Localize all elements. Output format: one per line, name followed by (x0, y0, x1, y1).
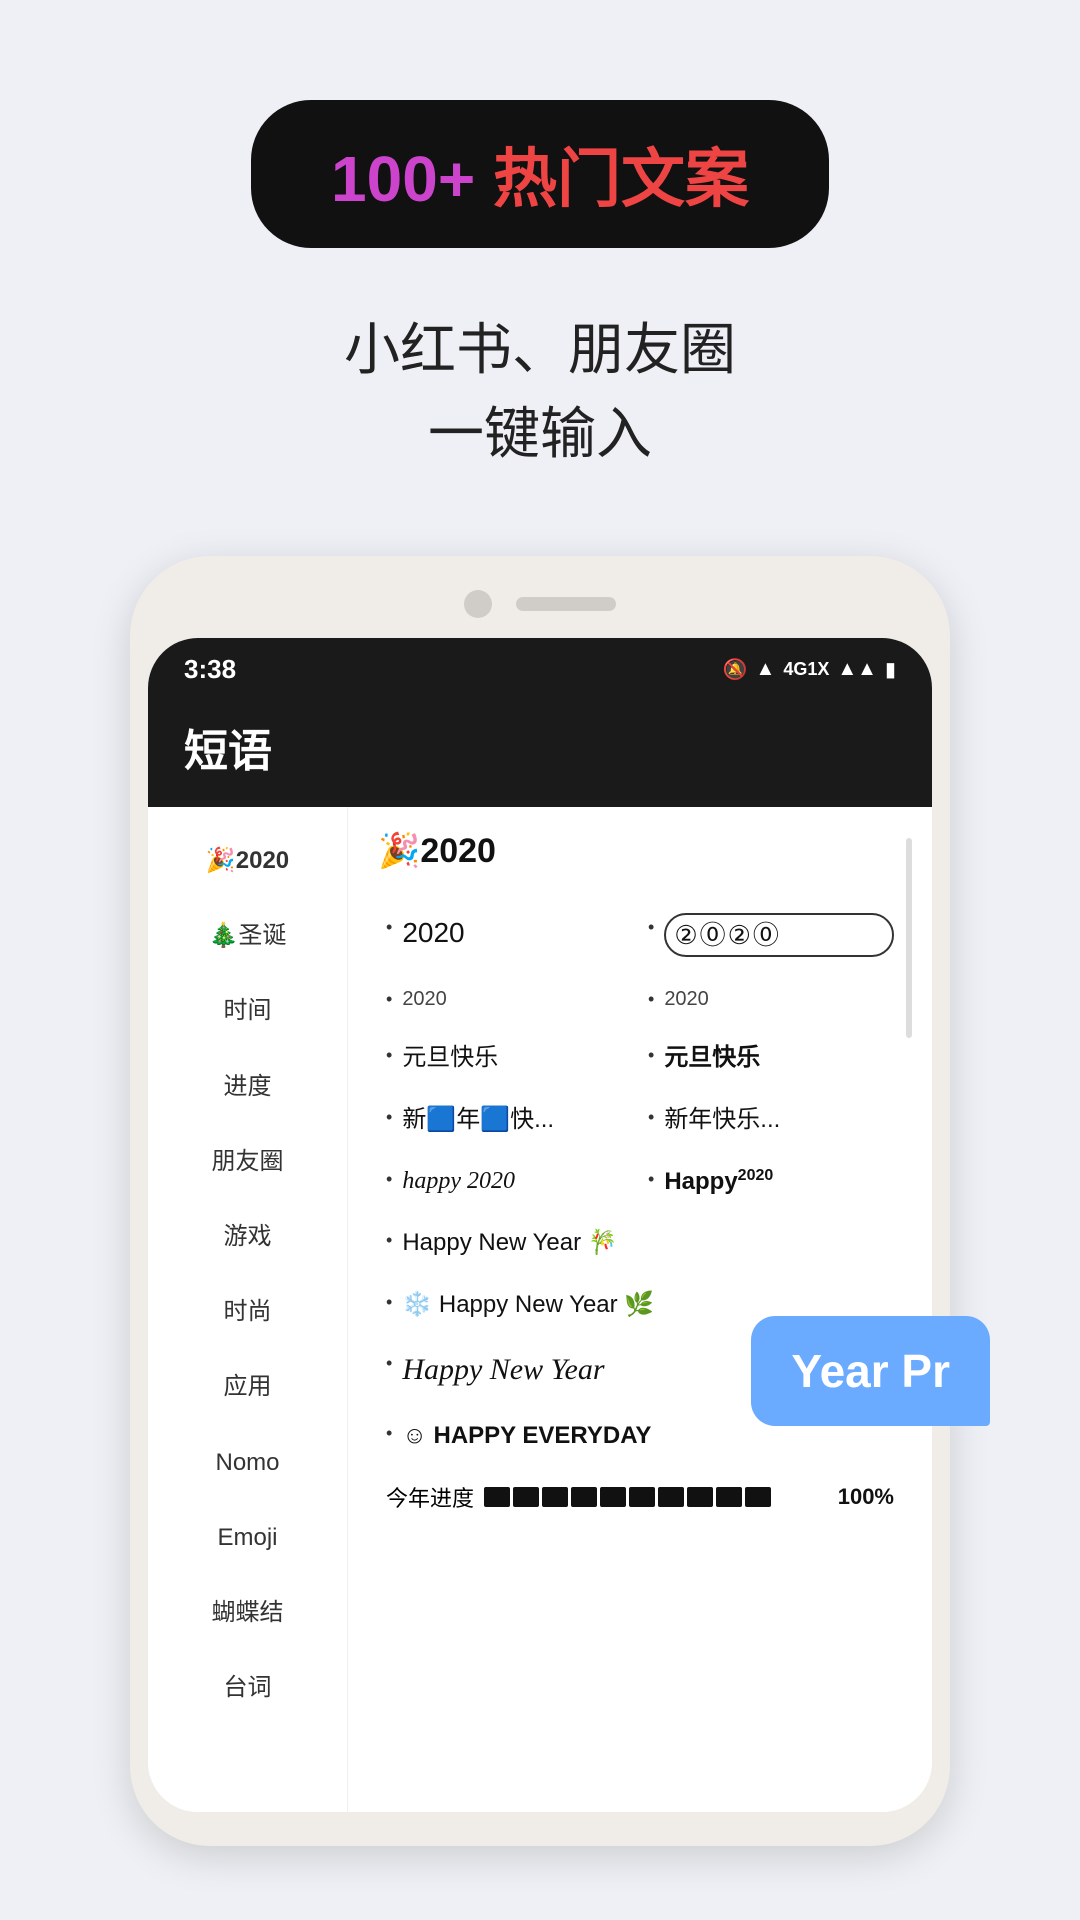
list-item[interactable]: • 元旦快乐 (640, 1027, 902, 1089)
promo-subtitle: 小红书、朋友圈 一键输入 (344, 308, 736, 476)
list-item[interactable]: • 2020 (640, 971, 902, 1027)
list-item[interactable]: • happy 2020 (378, 1151, 640, 1213)
sidebar-item-bow[interactable]: 蝴蝶结 (148, 1575, 347, 1650)
bullet-icon: • (648, 1169, 654, 1190)
list-item[interactable]: • 2020 (378, 899, 640, 971)
phone-frame: 3:38 🔕 ▲ 4G1X ▲▲ ▮ 短语 🎉2020 🎄圣诞 (130, 556, 950, 1846)
bullet-icon: • (386, 989, 392, 1010)
sidebar-item-nomo[interactable]: Nomo (148, 1425, 347, 1500)
sidebar: 🎉2020 🎄圣诞 时间 进度 朋友圈 游戏 时尚 应用 Nomo Emoji … (148, 807, 348, 1812)
mute-icon: 🔕 (723, 657, 748, 682)
sidebar-item-time[interactable]: 时间 (148, 973, 347, 1048)
status-icons: 🔕 ▲ 4G1X ▲▲ ▮ (723, 657, 896, 682)
sidebar-item-christmas[interactable]: 🎄圣诞 (148, 898, 347, 973)
item-text: 元旦快乐 (664, 1041, 894, 1075)
main-content: 🎉2020 • 2020 • ②⓪②⓪ • (348, 807, 932, 1812)
promo-badge-100: 100+ (331, 143, 493, 215)
item-text: 2020 (664, 985, 894, 1013)
bullet-icon: • (386, 1353, 392, 1374)
category-title: 🎉2020 (378, 831, 902, 871)
item-text: 元旦快乐 (402, 1041, 632, 1075)
status-bar: 3:38 🔕 ▲ 4G1X ▲▲ ▮ (148, 638, 932, 695)
app-header: 短语 (148, 695, 932, 807)
status-time: 3:38 (184, 654, 236, 685)
item-text: Happy2020 (664, 1165, 894, 1199)
scrollbar[interactable] (906, 838, 912, 1038)
progress-block (716, 1487, 742, 1507)
phone-camera (464, 590, 492, 618)
progress-block (571, 1487, 597, 1507)
promo-badge: 100+ 热门文案 (251, 100, 829, 248)
item-text: 2020 (402, 913, 632, 952)
sidebar-item-emoji[interactable]: Emoji (148, 1500, 347, 1575)
progress-block (600, 1487, 626, 1507)
list-item[interactable]: • 新🟦年🟦快... (378, 1089, 640, 1151)
progress-bar-track (484, 1487, 828, 1507)
progress-percentage: 100% (838, 1484, 894, 1510)
progress-block (513, 1487, 539, 1507)
promo-badge-hot: 热门文案 (493, 143, 749, 215)
sidebar-item-2020[interactable]: 🎉2020 (148, 823, 347, 898)
progress-block (658, 1487, 684, 1507)
item-text: ②⓪②⓪ (664, 913, 894, 957)
progress-label-prefix: 今年进度 (386, 1481, 474, 1513)
progress-block (745, 1487, 771, 1507)
battery-icon: ▮ (885, 657, 896, 682)
progress-block (687, 1487, 713, 1507)
phone-speaker (516, 597, 616, 611)
list-item[interactable]: • 2020 (378, 971, 640, 1027)
bullet-icon: • (386, 1230, 392, 1251)
wifi-icon: ▲ (756, 658, 776, 681)
bullet-icon: • (648, 1045, 654, 1066)
phone-mockup: 3:38 🔕 ▲ 4G1X ▲▲ ▮ 短语 🎉2020 🎄圣诞 (130, 556, 950, 1846)
item-text: happy 2020 (402, 1165, 632, 1199)
phone-top-bar (148, 574, 932, 638)
list-item[interactable]: • Happy2020 (640, 1151, 902, 1213)
speech-bubble: Year Pr (751, 1316, 990, 1426)
items-grid: • 2020 • ②⓪②⓪ • 2020 • (378, 899, 902, 1527)
sidebar-item-lines[interactable]: 台词 (148, 1650, 347, 1725)
list-item[interactable]: • ②⓪②⓪ (640, 899, 902, 971)
network-icon: 4G1X (783, 659, 829, 680)
bullet-icon: • (386, 1423, 392, 1444)
sidebar-item-fashion[interactable]: 时尚 (148, 1274, 347, 1349)
progress-block (629, 1487, 655, 1507)
progress-block (542, 1487, 568, 1507)
promo-badge-text: 100+ 热门文案 (331, 143, 749, 215)
bullet-icon: • (648, 917, 654, 938)
bullet-icon: • (386, 1107, 392, 1128)
bullet-icon: • (648, 1107, 654, 1128)
list-item[interactable]: • Happy New Year 🎋 (378, 1212, 902, 1274)
bullet-icon: • (386, 1169, 392, 1190)
signal-icon: ▲▲ (837, 658, 877, 681)
item-text: 2020 (402, 985, 632, 1013)
bullet-icon: • (648, 989, 654, 1010)
progress-row: 今年进度 (378, 1467, 902, 1527)
sidebar-item-games[interactable]: 游戏 (148, 1199, 347, 1274)
item-text: Happy New Year 🎋 (402, 1226, 894, 1260)
item-text: 新年快乐... (664, 1103, 894, 1137)
sidebar-item-friends[interactable]: 朋友圈 (148, 1124, 347, 1199)
bullet-icon: • (386, 1045, 392, 1066)
app-content: 🎉2020 🎄圣诞 时间 进度 朋友圈 游戏 时尚 应用 Nomo Emoji … (148, 807, 932, 1812)
sidebar-item-apps[interactable]: 应用 (148, 1349, 347, 1424)
promo-section: 100+ 热门文案 小红书、朋友圈 一键输入 (0, 0, 1080, 536)
item-text: 新🟦年🟦快... (402, 1103, 632, 1137)
bullet-icon: • (386, 1292, 392, 1313)
phone-screen: 3:38 🔕 ▲ 4G1X ▲▲ ▮ 短语 🎉2020 🎄圣诞 (148, 638, 932, 1812)
bullet-icon: • (386, 917, 392, 938)
app-title: 短语 (184, 727, 272, 776)
list-item[interactable]: • 新年快乐... (640, 1089, 902, 1151)
progress-block (484, 1487, 510, 1507)
list-item[interactable]: • 元旦快乐 (378, 1027, 640, 1089)
sidebar-item-progress[interactable]: 进度 (148, 1049, 347, 1124)
